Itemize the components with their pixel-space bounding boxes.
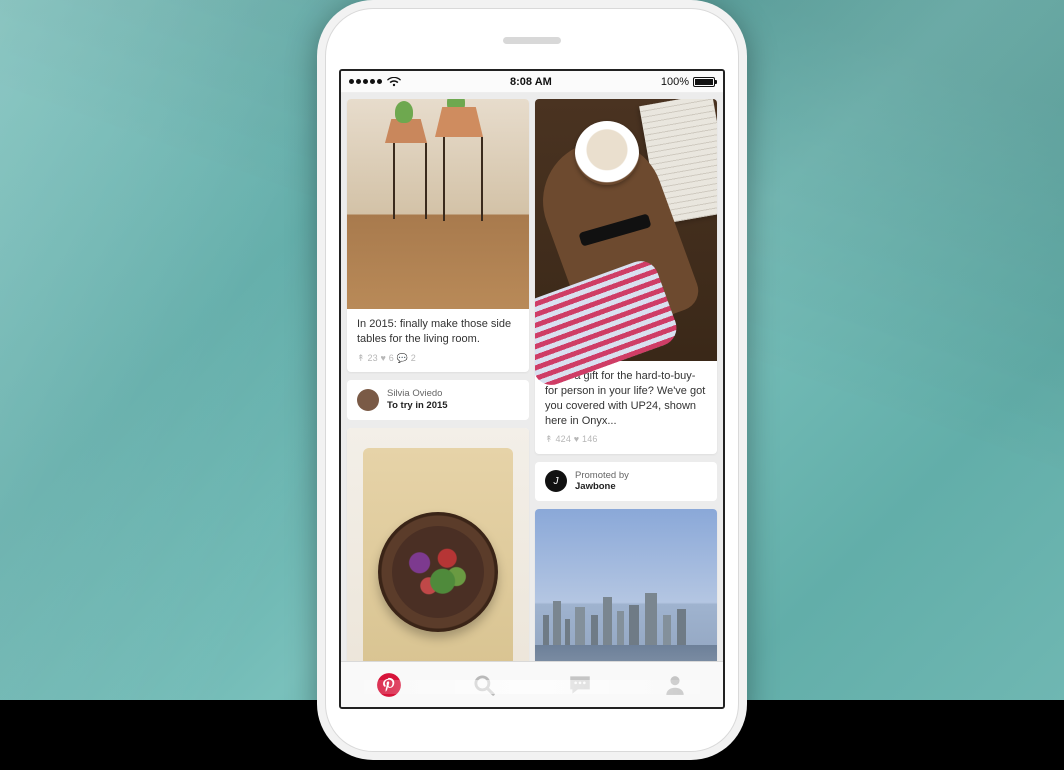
- pin-stats: ↟ 424 ♥ 146: [545, 433, 707, 445]
- pin-caption: In 2015: finally make those side tables …: [357, 317, 519, 347]
- person-icon: [662, 672, 688, 698]
- battery-icon: [693, 77, 715, 87]
- tab-search[interactable]: [437, 662, 533, 707]
- attribution-name: Silvia Oviedo: [387, 388, 448, 400]
- tab-profile[interactable]: [628, 662, 724, 707]
- pin-card[interactable]: Spicy peppers give a kick to this: [347, 428, 529, 661]
- status-bar: 8:08 AM 100%: [341, 71, 723, 93]
- pin-stats: ↟ 23 ♥ 6 💬 2: [357, 352, 519, 364]
- attribution-board: To try in 2015: [387, 400, 448, 411]
- pin-image[interactable]: [535, 509, 717, 661]
- battery-percent: 100%: [661, 76, 689, 88]
- search-icon: [471, 672, 497, 698]
- pin-card[interactable]: [535, 509, 717, 661]
- avatar: J: [545, 470, 567, 492]
- pin-image[interactable]: [347, 99, 529, 309]
- phone-speaker: [503, 37, 561, 44]
- pin-feed[interactable]: In 2015: finally make those side tables …: [341, 93, 723, 661]
- signal-dots-icon: [349, 79, 382, 84]
- tab-home[interactable]: [341, 662, 437, 707]
- pinterest-icon: [376, 672, 402, 698]
- chat-icon: [567, 672, 593, 698]
- phone-frame: 8:08 AM 100%: [317, 0, 747, 760]
- tab-bar: [341, 661, 723, 707]
- attribution-name: Jawbone: [575, 481, 616, 492]
- avatar: [357, 389, 379, 411]
- pin-image[interactable]: [347, 428, 529, 661]
- pin-card[interactable]: Need a gift for the hard-to-buy-for pers…: [535, 99, 717, 454]
- pin-card[interactable]: In 2015: finally make those side tables …: [347, 99, 529, 372]
- pin-attribution[interactable]: J Promoted by Jawbone: [535, 462, 717, 502]
- tab-chat[interactable]: [532, 662, 628, 707]
- pin-image[interactable]: [535, 99, 717, 361]
- status-time: 8:08 AM: [510, 76, 552, 88]
- pin-attribution[interactable]: Silvia Oviedo To try in 2015: [347, 380, 529, 420]
- attribution-prefix: Promoted by: [575, 470, 629, 482]
- phone-screen: 8:08 AM 100%: [339, 69, 725, 709]
- wifi-icon: [387, 77, 401, 87]
